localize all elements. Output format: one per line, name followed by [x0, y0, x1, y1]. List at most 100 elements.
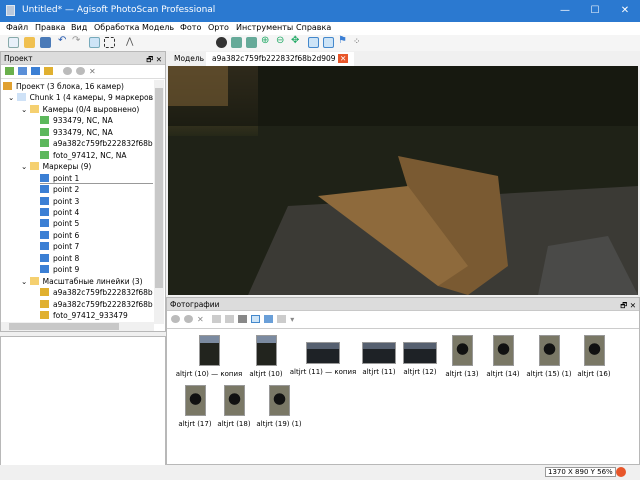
- disable-icon[interactable]: [76, 67, 85, 75]
- enable-icon[interactable]: [171, 315, 180, 323]
- tree-item[interactable]: a9a382c759fb222832f68b2d909: [40, 287, 153, 298]
- disable-icon[interactable]: [184, 315, 193, 323]
- remove-icon[interactable]: ✕: [197, 315, 206, 324]
- tree-item[interactable]: ⌄ Камеры (0/4 выровнено): [21, 104, 139, 115]
- tree-item-label: 933479, NC, NA: [53, 116, 113, 126]
- marker-icon: [40, 265, 49, 274]
- project-panel-header: Проект 🗗 ✕: [1, 52, 165, 65]
- thumbnail-image: [492, 335, 514, 366]
- show-icon[interactable]: [251, 315, 261, 323]
- camera-icon: [40, 127, 49, 136]
- tree-item[interactable]: foto_97412_933479: [40, 310, 128, 320]
- marker-icon: [40, 219, 49, 228]
- undo-icon[interactable]: ↶: [58, 35, 69, 46]
- tree-item[interactable]: point 9: [40, 264, 79, 275]
- menu-view[interactable]: Вид: [71, 23, 87, 32]
- tree-vertical-scrollbar[interactable]: [154, 80, 164, 324]
- rotate-right-icon[interactable]: [225, 315, 235, 323]
- menu-photo[interactable]: Фото: [180, 23, 201, 32]
- marker-flag-icon[interactable]: ⚑: [338, 35, 349, 46]
- tree-item[interactable]: point 6: [40, 230, 79, 241]
- coordinates-readout: 1370 X 890 Y 56%: [545, 467, 616, 477]
- thumbnail-image: [198, 335, 220, 366]
- menu-help[interactable]: Справка: [296, 23, 331, 32]
- tree-item-label: Камеры (0/4 выровнено): [42, 104, 140, 114]
- menu-tools[interactable]: Инструменты: [236, 23, 293, 32]
- save-icon[interactable]: [40, 37, 51, 48]
- tree-item-label: Маркеры (9): [42, 162, 92, 172]
- menu-workflow[interactable]: Обработка: [94, 23, 139, 32]
- chevron-down-icon[interactable]: ⌄: [21, 162, 30, 171]
- menu-ortho[interactable]: Орто: [208, 23, 229, 32]
- rect-select-icon[interactable]: [104, 37, 115, 48]
- tab-close-icon[interactable]: ✕: [337, 54, 349, 63]
- folder-icon: [29, 276, 39, 285]
- chevron-down-icon[interactable]: ⌄: [21, 105, 30, 114]
- rotate-left-icon[interactable]: [212, 315, 222, 323]
- menu-edit[interactable]: Правка: [35, 23, 65, 32]
- tree-item[interactable]: 933479, NC, NA: [40, 115, 113, 126]
- panel-float-close-icon[interactable]: 🗗 ✕: [620, 300, 636, 313]
- new-icon[interactable]: [8, 37, 19, 48]
- tree-item[interactable]: foto_97412, NC, NA: [40, 150, 127, 161]
- photo-thumbnail[interactable]: altjrt (16): [559, 335, 629, 378]
- tree-item[interactable]: point 8: [40, 253, 79, 264]
- menu-model[interactable]: Модель: [142, 23, 174, 32]
- tree-item[interactable]: 933479, NC, NA: [40, 127, 113, 138]
- tree-item-label: a9a382c759fb222832f68b2d909: [53, 288, 153, 298]
- details-icon[interactable]: [264, 315, 274, 323]
- add-photos-icon[interactable]: [18, 67, 27, 75]
- zoom-in-icon[interactable]: ⊕: [261, 35, 272, 46]
- zoom-out-icon[interactable]: ⊖: [276, 35, 287, 46]
- maximize-button[interactable]: ☐: [580, 0, 610, 22]
- add-marker-icon[interactable]: [31, 67, 40, 75]
- binoculars-icon[interactable]: [238, 315, 248, 323]
- folder-icon: [29, 104, 39, 113]
- rotate-left-icon[interactable]: [231, 37, 242, 48]
- move-icon[interactable]: ✥: [291, 35, 302, 46]
- tree-item[interactable]: point 7: [40, 241, 79, 252]
- app-icon: [6, 5, 15, 16]
- marker-icon: [40, 185, 49, 194]
- open-icon[interactable]: [24, 37, 35, 48]
- menu-file[interactable]: Файл: [6, 23, 28, 32]
- minimize-button[interactable]: —: [550, 0, 580, 22]
- tree-item[interactable]: point 3: [40, 196, 79, 207]
- remove-icon[interactable]: ✕: [89, 67, 96, 76]
- show-markers-icon[interactable]: [323, 37, 334, 48]
- photo-thumbnail[interactable]: altjrt (19) (1): [244, 385, 314, 428]
- thumbnail-size-icon[interactable]: [277, 315, 287, 323]
- show-cameras-icon[interactable]: [308, 37, 319, 48]
- tree-item-label: a9a382c759fb222832f68b2d909: [53, 139, 153, 149]
- tree-item[interactable]: ⌄ Маркеры (9): [21, 161, 91, 172]
- tree-horizontal-scrollbar[interactable]: [1, 322, 154, 331]
- brightness-icon[interactable]: [216, 37, 227, 48]
- tab-photo[interactable]: a9a382c759fb222832f68b2d909 ✕: [206, 52, 355, 66]
- chevron-down-icon[interactable]: ⌄: [21, 277, 30, 286]
- photo-view[interactable]: [168, 66, 638, 295]
- ruler-icon[interactable]: ⋀: [126, 37, 137, 48]
- add-scalebar-icon[interactable]: [44, 67, 53, 75]
- tab-model[interactable]: Модель: [168, 52, 210, 66]
- tree-item[interactable]: Проект (3 блока, 16 камер): [3, 81, 124, 92]
- tree-item-label: point 1: [53, 173, 80, 183]
- tree-item[interactable]: a9a382c759fb222832f68b2d909: [40, 138, 153, 149]
- chevron-down-icon[interactable]: ▾: [290, 315, 294, 324]
- tree-item[interactable]: point 4: [40, 207, 79, 218]
- chevron-down-icon[interactable]: ⌄: [8, 93, 17, 102]
- tree-item[interactable]: point 1: [40, 173, 153, 184]
- rotate-right-icon[interactable]: [246, 37, 257, 48]
- redo-icon[interactable]: ↷: [72, 35, 83, 46]
- tree-item[interactable]: ⌄ Chunk 1 (4 камеры, 9 маркеров): [8, 92, 153, 103]
- navigation-icon[interactable]: [89, 37, 100, 48]
- tree-item[interactable]: point 2: [40, 184, 79, 195]
- grid-icon[interactable]: ⁘: [353, 37, 364, 48]
- close-button[interactable]: ✕: [610, 0, 640, 22]
- tree-item[interactable]: ⌄ Масштабные линейки (3): [21, 276, 143, 287]
- camera-icon: [40, 139, 49, 148]
- panel-float-close-icon[interactable]: 🗗 ✕: [146, 54, 162, 67]
- enable-icon[interactable]: [63, 67, 72, 75]
- tree-item[interactable]: point 5: [40, 218, 79, 229]
- tree-item[interactable]: a9a382c759fb222832f68b2d909: [40, 299, 153, 310]
- add-chunk-icon[interactable]: [5, 67, 14, 75]
